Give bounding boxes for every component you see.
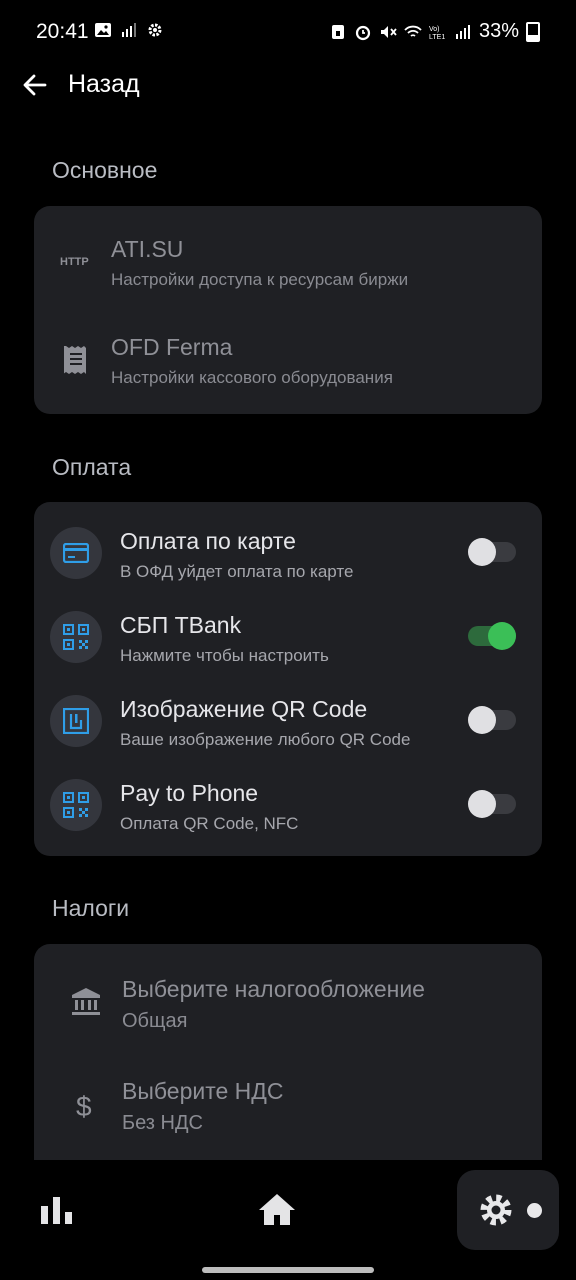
list-item-taxation[interactable]: Выберите налогообложение Общая [34,944,542,1048]
back-arrow-icon[interactable] [22,72,48,98]
row-subtitle: Оплата QR Code, NFC [120,814,299,833]
row-subtitle: В ОФД уйдет оплата по карте [120,562,354,581]
row-subtitle: Без НДС [122,1112,203,1134]
list-item-sbp-tbank[interactable]: СБП TBank Нажмите чтобы настроить [34,596,542,680]
receipt-icon [64,346,86,374]
icon-badge [50,779,102,831]
row-title: Выберите налогообложение [122,976,425,1002]
icon-badge [50,527,102,579]
back-label[interactable]: Назад [68,70,140,99]
pay-to-phone-toggle[interactable] [468,790,516,818]
row-subtitle: Нажмите чтобы настроить [120,646,329,665]
row-title: СБП TBank [120,612,242,638]
svg-text:Vo): Vo) [429,26,440,33]
wifi-icon [404,25,422,37]
home-indicator[interactable] [202,1267,374,1273]
lte-icon: Vo)LTE1 [429,26,445,41]
bottom-nav [0,1160,576,1280]
payment-card: Оплата по карте В ОФД уйдет оплата по ка… [34,502,542,856]
qr-code-icon [63,792,89,818]
svg-text:$: $ [76,1091,92,1122]
row-subtitle: Ваше изображение любого QR Code [120,730,411,749]
status-right: Vo) LTE1 33% [329,20,540,43]
mute-icon [380,25,397,38]
status-time: 20:41 [36,20,89,43]
signal-icon [455,24,470,39]
http-icon: HTTP [60,256,89,268]
row-subtitle: Настройки кассового оборудования [111,368,393,387]
row-title: ATI.SU [111,236,184,262]
section-title-payment: Оплата [52,454,132,480]
list-item-qr-image[interactable]: Изображение QR Code Ваше изображение люб… [34,680,542,764]
card-payment-toggle[interactable] [468,538,516,566]
list-item-card-payment[interactable]: Оплата по карте В ОФД уйдет оплата по ка… [34,512,542,596]
lock-icon [331,24,344,39]
gear-status-icon [148,23,162,37]
row-title: Выберите НДС [122,1078,284,1104]
home-icon[interactable] [258,1192,296,1226]
taxes-card: Выберите налогообложение Общая $ Выберит… [34,944,542,1160]
sbp-tbank-toggle[interactable] [468,622,516,650]
credit-card-icon [63,543,89,563]
list-item-ofd[interactable]: OFD Ferma Настройки кассового оборудован… [34,310,542,414]
section-title-main: Основное [52,157,158,183]
status-bar: 20:41 Vo) LTE1 33% [0,0,576,64]
list-item-vat[interactable]: $ Выберите НДС Без НДС [34,1048,542,1152]
bank-icon [72,988,100,1015]
svg-text:LTE1: LTE1 [429,34,445,41]
row-subtitle: Общая [122,1010,188,1032]
no-signal-icon [122,23,136,37]
settings-icon [480,1194,512,1226]
qr-image-toggle[interactable] [468,706,516,734]
row-title: Изображение QR Code [120,696,368,722]
alarm-icon [355,25,371,40]
qr-image-icon [63,708,89,734]
row-title: OFD Ferma [111,334,233,360]
svg-text:HTTP: HTTP [60,256,89,268]
settings-nav-item[interactable] [457,1170,559,1250]
image-icon [95,23,111,37]
battery-icon [526,21,540,42]
main-settings-card: HTTP ATI.SU Настройки доступа к ресурсам… [34,206,542,414]
row-subtitle: Настройки доступа к ресурсам биржи [111,270,409,289]
qr-code-icon [63,624,89,650]
section-title-taxes: Налоги [52,895,130,921]
dollar-icon: $ [76,1091,92,1122]
battery-percent: 33% [478,20,519,42]
status-left-icons [94,21,164,39]
list-item-ati[interactable]: HTTP ATI.SU Настройки доступа к ресурсам… [34,206,542,310]
icon-badge [50,695,102,747]
icon-badge [50,611,102,663]
row-title: Оплата по карте [120,528,296,554]
header: Назад [0,64,576,108]
list-item-pay-to-phone[interactable]: Pay to Phone Оплата QR Code, NFC [34,764,542,848]
row-title: Pay to Phone [120,780,259,806]
nav-indicator-dot [527,1203,542,1218]
stats-icon[interactable] [40,1196,74,1226]
